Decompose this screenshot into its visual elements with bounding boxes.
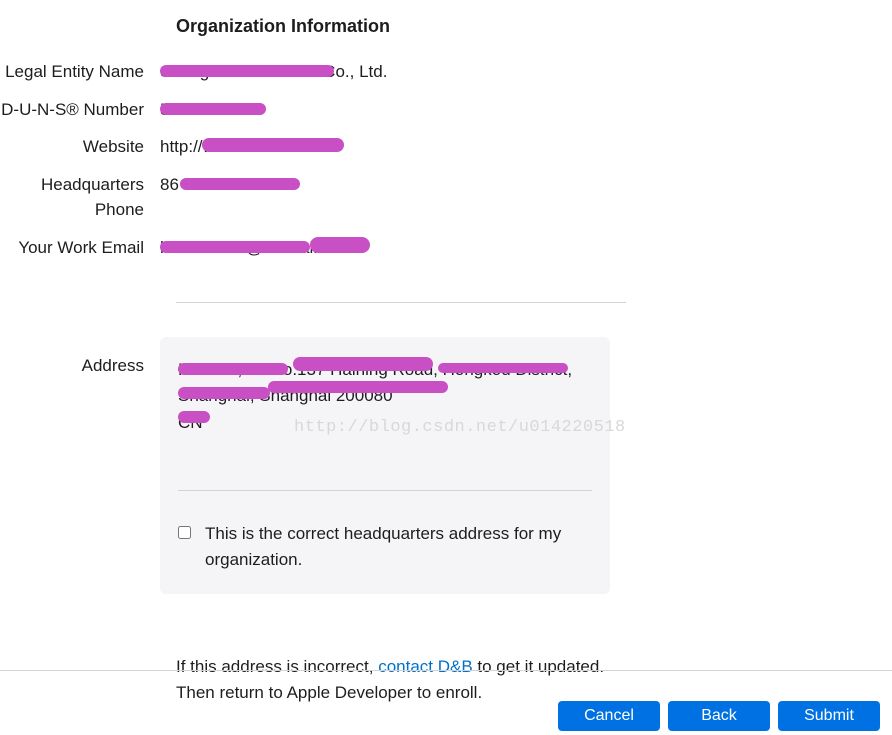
address-inner-divider <box>178 490 592 491</box>
back-button[interactable]: Back <box>668 701 770 731</box>
address-label: Address <box>0 333 160 379</box>
phone-value: 86 <box>160 172 610 198</box>
submit-button[interactable]: Submit <box>778 701 880 731</box>
email-value: heibai.work@foxmail.com <box>160 235 610 261</box>
confirm-address-checkbox[interactable] <box>178 526 191 539</box>
email-label: Your Work Email <box>0 235 160 261</box>
cancel-button[interactable]: Cancel <box>558 701 660 731</box>
duns-value: 544102889 <box>160 97 610 123</box>
section-divider <box>176 302 626 303</box>
website-value: http://www.maofan.com <box>160 134 610 160</box>
duns-label: D-U-N-S® Number <box>0 97 160 123</box>
phone-label: Headquarters Phone <box>0 172 160 223</box>
confirm-address-label: This is the correct headquarters address… <box>205 521 592 574</box>
watermark: http://blog.csdn.net/u014220518 <box>294 415 626 441</box>
footer-bar: Cancel Back Submit <box>0 670 892 735</box>
section-title: Organization Information <box>176 16 892 37</box>
address-box: Rm 727, 57 No.137 Haining Road, Hongkou … <box>160 337 610 594</box>
legal-entity-value: Shanghai MaoFan IT Co., Ltd. <box>160 59 610 85</box>
legal-entity-label: Legal Entity Name <box>0 59 160 85</box>
website-label: Website <box>0 134 160 160</box>
